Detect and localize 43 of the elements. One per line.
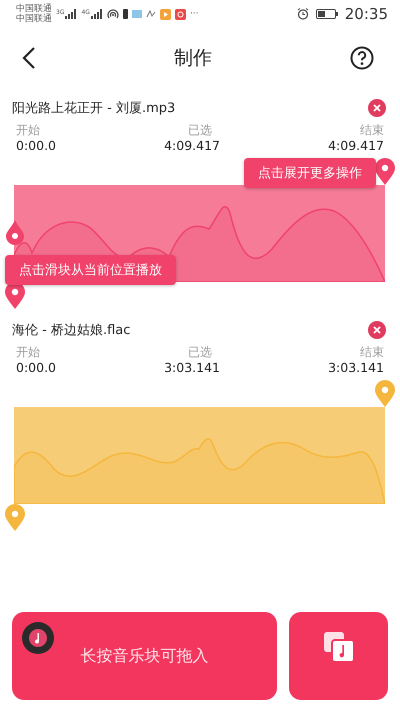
start-time: 0:00.0 [16, 360, 56, 376]
start-label: 开始 [16, 122, 40, 138]
back-icon [22, 46, 36, 70]
music-library-button[interactable] [289, 612, 388, 700]
battery-saver-icon [122, 9, 128, 19]
end-label: 结束 [360, 122, 384, 138]
app-icon [146, 10, 156, 18]
more-notifications: ··· [190, 9, 199, 19]
end-time: 4:09.417 [328, 138, 384, 154]
music-files-icon [322, 630, 356, 664]
vinyl-record-icon [22, 622, 54, 654]
back-button[interactable] [22, 46, 36, 70]
app-icon [174, 8, 186, 20]
remove-button[interactable] [368, 321, 386, 339]
selected-label: 已选 [188, 122, 212, 138]
carrier-name: 中国联通 [16, 4, 52, 14]
start-label: 开始 [16, 344, 40, 360]
close-icon [368, 321, 386, 339]
playhead-drop-icon[interactable] [5, 219, 25, 245]
hotspot-icon [106, 8, 119, 20]
selected-label: 已选 [188, 344, 212, 360]
start-time: 0:00.0 [16, 138, 56, 154]
drop-zone[interactable]: 长按音乐块可拖入 [12, 612, 277, 700]
clock-time: 20:35 [344, 5, 388, 23]
track-name: 海伦 - 桥边姑娘.flac [12, 322, 130, 339]
selected-duration: 3:03.141 [164, 360, 220, 376]
battery-icon [316, 9, 338, 19]
track-name: 阳光路上花正开 - 刘厦.mp3 [12, 100, 176, 117]
signal-icon [90, 9, 103, 19]
video-app-icon [160, 8, 171, 20]
page-title: 制作 [174, 46, 212, 71]
carrier-name: 中国联通 [16, 14, 52, 24]
end-time: 3:03.141 [328, 360, 384, 376]
remove-button[interactable] [368, 99, 386, 117]
close-icon [368, 99, 386, 117]
signal-icon [65, 9, 78, 19]
help-button[interactable] [350, 46, 374, 70]
position-pin-icon[interactable] [374, 158, 396, 186]
selected-duration: 4:09.417 [164, 138, 220, 154]
app-icon [132, 10, 142, 18]
end-label: 结束 [360, 344, 384, 360]
alarm-icon [296, 8, 309, 20]
help-icon [350, 46, 374, 70]
